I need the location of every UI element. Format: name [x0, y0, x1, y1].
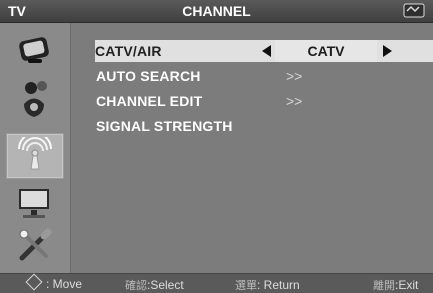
title-bar: TV CHANNEL [0, 0, 433, 23]
footer-select: 確認:Select [125, 278, 184, 292]
footer-hints: : Move 確認:Select 選單: Return 離開:Exit [0, 273, 433, 293]
left-arrow-icon[interactable] [262, 45, 271, 57]
menu-row-channel-edit[interactable]: CHANNEL EDIT >> [96, 90, 302, 112]
signal-strength-label: SIGNAL STRENGTH [96, 118, 233, 134]
sidebar-item-channel[interactable] [6, 133, 64, 179]
menu-sidebar [0, 23, 71, 273]
auto-search-label: AUTO SEARCH [96, 68, 201, 84]
channel-icon [18, 137, 52, 170]
catv-air-label: CATV/AIR [95, 43, 162, 59]
display-icon [19, 189, 49, 218]
auto-search-enter-icon: >> [286, 68, 303, 84]
menu-row-auto-search[interactable]: AUTO SEARCH >> [96, 65, 302, 87]
channel-menu: CATV/AIR CATV AUTO SEARCH >> CHANNEL EDI… [71, 23, 433, 273]
channel-edit-label: CHANNEL EDIT [96, 93, 203, 109]
sidebar-item-display[interactable] [6, 181, 62, 225]
right-arrow-icon[interactable] [383, 45, 392, 57]
move-icon [25, 273, 43, 291]
sidebar-item-sound[interactable] [6, 76, 62, 120]
brand-logo-icon [403, 3, 425, 18]
osd-screen: TV CHANNEL CATV/AIR CATV AUTO SEARCH >> … [0, 0, 433, 293]
menu-row-catv-air[interactable]: CATV/AIR CATV [95, 40, 433, 62]
sidebar-item-picture[interactable] [6, 28, 62, 72]
footer-return: 選單: Return [235, 278, 300, 292]
channel-edit-enter-icon: >> [286, 93, 303, 109]
footer-exit: 離開:Exit [373, 278, 419, 292]
page-title: CHANNEL [182, 3, 251, 19]
catv-air-value: CATV [275, 40, 377, 62]
picture-icon [19, 37, 49, 63]
setup-icon [19, 228, 52, 261]
footer-move: : Move [25, 273, 82, 291]
sidebar-item-setup[interactable] [6, 224, 62, 268]
sound-icon [24, 81, 47, 117]
menu-row-signal-strength[interactable]: SIGNAL STRENGTH [96, 115, 246, 137]
